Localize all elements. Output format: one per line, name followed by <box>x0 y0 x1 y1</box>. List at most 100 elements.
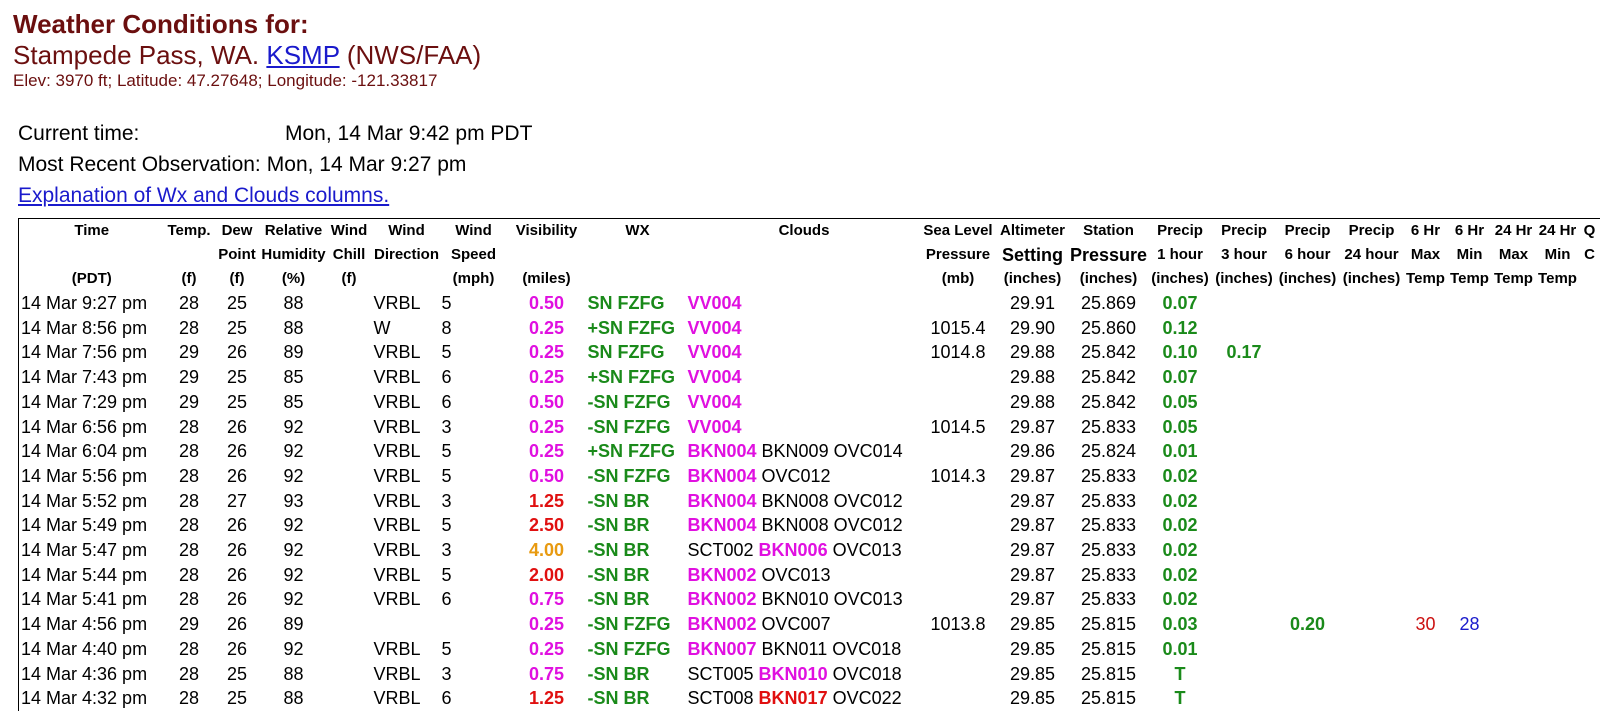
cell-stp: 25.824 <box>1080 441 1137 462</box>
table-row: 14 Mar 5:49 pm 28 26 92 VRBL 5 2.50 -SN BR BKN00… <box>19 513 1600 538</box>
cell-q <box>1580 538 1600 563</box>
cell-wx: -SN FZFG <box>587 614 671 635</box>
column-header: Wind <box>330 222 368 239</box>
cell-p6: 0.20 <box>1289 614 1326 635</box>
cell-chill <box>327 340 372 365</box>
cell-p24 <box>1340 538 1404 563</box>
table-row: 14 Mar 4:40 pm 28 26 92 VRBL 5 0.25 -SN FZFG BKN… <box>19 637 1600 662</box>
cell-p24 <box>1340 316 1404 341</box>
cell-dew: 25 <box>226 367 248 388</box>
cell-p6 <box>1276 538 1340 563</box>
cell-alt: 29.86 <box>1009 441 1056 462</box>
station-id-link[interactable]: KSMP <box>266 40 339 70</box>
cell-vis: 0.25 <box>528 638 565 659</box>
cell-clouds: SCT002 BKN006 OVC013 <box>687 540 902 561</box>
column-header: (mb) <box>941 270 975 287</box>
cell-dew: 26 <box>226 638 248 659</box>
cell-p3 <box>1213 489 1276 514</box>
cell-spd: 5 <box>441 441 452 462</box>
cell-p3 <box>1213 686 1276 711</box>
cell-dew: 25 <box>226 688 248 709</box>
cell-dir: VRBL <box>373 688 421 709</box>
cell-time: 14 Mar 5:56 pm <box>21 465 148 486</box>
cell-p6 <box>1276 340 1340 365</box>
cell-temp: 28 <box>178 638 200 659</box>
cell-q <box>1580 513 1600 538</box>
cell-mn24 <box>1536 538 1580 563</box>
column-header: Sea Level <box>923 222 993 239</box>
cell-p6 <box>1276 291 1340 316</box>
cell-stp: 25.833 <box>1080 416 1137 437</box>
column-header: 24 Hr <box>1494 222 1533 239</box>
table-row: 14 Mar 5:47 pm 28 26 92 VRBL 3 4.00 -SN BR SCT00… <box>19 538 1600 563</box>
cell-rh: 88 <box>283 663 304 684</box>
cell-vis: 0.50 <box>528 465 565 486</box>
cell-temp: 29 <box>178 614 200 635</box>
cell-wx: -SN BR <box>587 564 650 585</box>
cell-stp: 25.842 <box>1080 342 1137 363</box>
column-header: (inches) <box>1003 270 1062 287</box>
cell-p24 <box>1340 489 1404 514</box>
cell-rh: 92 <box>283 589 304 610</box>
cell-mx24 <box>1492 464 1536 489</box>
cell-slp <box>921 291 996 316</box>
cell-temp: 28 <box>178 441 200 462</box>
cell-mn24 <box>1536 637 1580 662</box>
cell-p1: 0.02 <box>1162 589 1198 610</box>
observations-table: Time Temp. Dew Relative Wind Wind Wind Visibili… <box>18 218 1600 711</box>
cell-p1: 0.12 <box>1162 317 1198 338</box>
cell-stp: 25.815 <box>1080 663 1137 684</box>
cell-time: 14 Mar 4:32 pm <box>21 688 148 709</box>
cell-spd <box>442 612 506 637</box>
column-header <box>588 267 688 291</box>
column-header: (%) <box>281 270 306 287</box>
table-row: 14 Mar 7:56 pm 29 26 89 VRBL 5 0.25 SN FZFG VV00… <box>19 340 1600 365</box>
cell-dew: 25 <box>226 317 248 338</box>
cell-wx: -SN FZFG <box>587 638 671 659</box>
cell-slp: 1014.3 <box>930 465 986 486</box>
cell-temp: 29 <box>178 367 200 388</box>
cell-mx6 <box>1404 538 1448 563</box>
cell-chill <box>327 365 372 390</box>
cell-q <box>1580 489 1600 514</box>
cell-q <box>1580 464 1600 489</box>
column-header: 1 hour <box>1157 246 1203 263</box>
cell-slp <box>921 662 996 687</box>
cell-p24 <box>1340 390 1404 415</box>
cell-wx: +SN FZFG <box>587 367 676 388</box>
cell-stp: 25.833 <box>1080 515 1137 536</box>
station-source: (NWS/FAA) <box>346 40 482 70</box>
cell-mn6 <box>1448 340 1492 365</box>
cell-clouds: BKN004 BKN008 OVC012 <box>687 515 903 536</box>
cell-rh: 85 <box>283 391 304 412</box>
column-header: Wind <box>388 222 425 239</box>
cell-time: 14 Mar 7:43 pm <box>21 367 148 388</box>
cell-temp: 29 <box>178 391 200 412</box>
cell-q <box>1580 390 1600 415</box>
cell-p3 <box>1213 612 1276 637</box>
table-row: 14 Mar 7:43 pm 29 25 85 VRBL 6 0.25 +SN FZFG VV0… <box>19 365 1600 390</box>
column-header <box>1580 267 1600 291</box>
cell-mx6 <box>1404 415 1448 440</box>
cell-p3 <box>1213 415 1276 440</box>
cell-dew: 26 <box>226 614 248 635</box>
cell-p6 <box>1276 513 1340 538</box>
cell-p3 <box>1213 637 1276 662</box>
cell-rh: 88 <box>283 317 304 338</box>
table-row: 14 Mar 9:27 pm 28 25 88 VRBL 5 0.50 SN FZFG VV00… <box>19 291 1600 316</box>
cell-chill <box>327 538 372 563</box>
cell-dew: 26 <box>226 540 248 561</box>
cell-p24 <box>1340 464 1404 489</box>
explanation-link[interactable]: Explanation of Wx and Clouds columns. <box>18 184 389 207</box>
cell-p24 <box>1340 587 1404 612</box>
column-header <box>372 267 442 291</box>
cell-q <box>1580 439 1600 464</box>
cell-mx6 <box>1404 365 1448 390</box>
cell-temp: 28 <box>178 416 200 437</box>
cell-p6 <box>1276 686 1340 711</box>
cell-p24 <box>1340 439 1404 464</box>
station-name: Stampede Pass, WA. <box>13 40 260 70</box>
cell-time: 14 Mar 7:56 pm <box>21 342 148 363</box>
column-header: (inches) <box>1079 270 1138 287</box>
cell-wx: -SN BR <box>587 688 650 709</box>
